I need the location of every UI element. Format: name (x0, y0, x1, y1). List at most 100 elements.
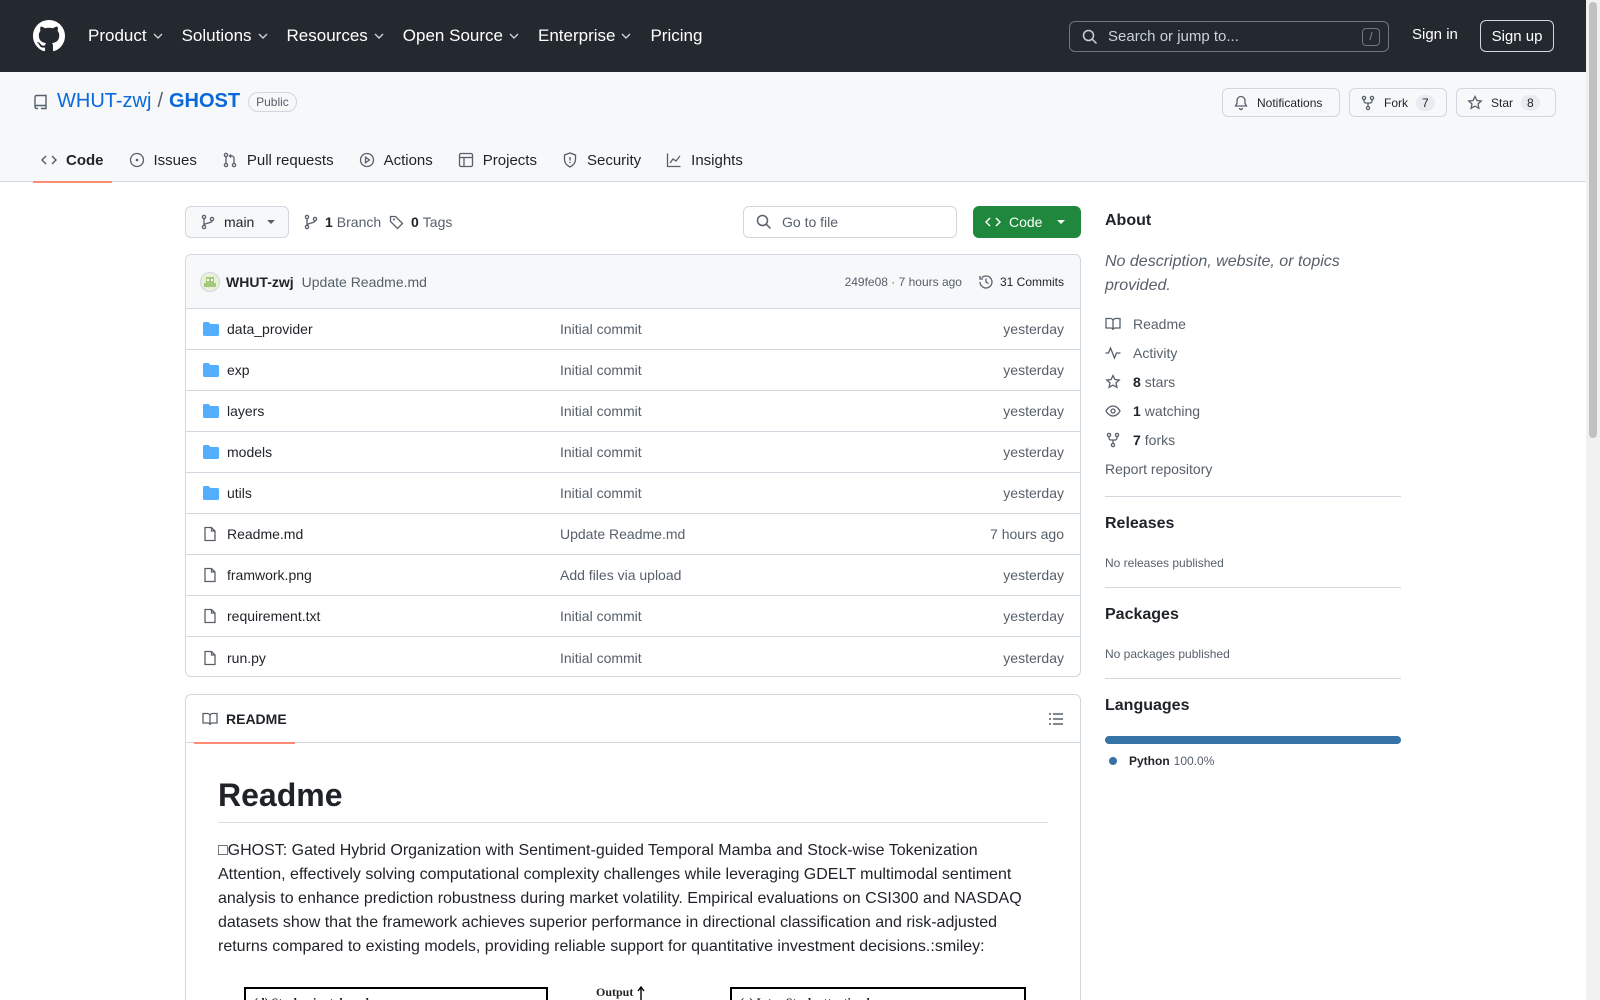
nav-solutions[interactable]: Solutions (182, 26, 268, 46)
github-logo-icon[interactable] (33, 20, 65, 52)
commit-author-link[interactable]: WHUT-zwj (226, 274, 294, 290)
file-commit-link[interactable]: Initial commit (560, 485, 642, 501)
nav-pricing[interactable]: Pricing (650, 26, 702, 46)
report-repository-link[interactable]: Report repository (1105, 461, 1212, 477)
caret-down-icon (267, 220, 276, 224)
stars-link[interactable]: 8 stars (1105, 374, 1175, 390)
nav-product[interactable]: Product (88, 26, 163, 46)
file-commit-link[interactable]: Update Readme.md (560, 526, 685, 542)
file-name-link[interactable]: layers (227, 403, 264, 419)
watching-count: 1 (1133, 403, 1141, 419)
notifications-button[interactable]: Notifications (1222, 88, 1340, 117)
nav-label: Resources (286, 26, 368, 45)
list-unordered-icon[interactable] (1048, 711, 1064, 727)
repo-owner-link[interactable]: WHUT-zwj (57, 90, 151, 113)
tab-security[interactable]: Security (554, 138, 649, 182)
table-row[interactable]: framwork.png Add files via upload yesterda… (186, 555, 1080, 596)
page-scrollbar[interactable] (1586, 0, 1600, 1000)
packages-heading[interactable]: Packages (1105, 606, 1179, 624)
fork-count: 7 (1416, 94, 1435, 111)
nav-enterprise[interactable]: Enterprise (538, 26, 631, 46)
repo-title: WHUT-zwj / GHOST Public (33, 90, 297, 113)
languages-heading: Languages (1105, 697, 1190, 714)
file-name-link[interactable]: utils (227, 485, 252, 501)
scrollbar-thumb[interactable] (1589, 2, 1597, 438)
table-row[interactable]: utils Initial commit yesterday (186, 473, 1080, 514)
file-name-link[interactable]: data_provider (227, 321, 313, 337)
star-button[interactable]: Star 8 (1456, 88, 1556, 117)
branches-link[interactable]: 1 Branch (303, 214, 381, 230)
language-item-python[interactable]: Python 100.0% (1109, 754, 1214, 768)
tags-link[interactable]: 0 Tags (389, 214, 452, 230)
repo-name-link[interactable]: GHOST (169, 90, 240, 113)
language-name: Python (1129, 754, 1170, 768)
file-commit-link[interactable]: Initial commit (560, 362, 642, 378)
readme-tab[interactable]: README (194, 695, 295, 744)
table-row[interactable]: data_provider Initial commit yesterday (186, 309, 1080, 350)
nav-resources[interactable]: Resources (287, 26, 384, 46)
sign-up-button[interactable]: Sign up (1480, 20, 1554, 52)
activity-link[interactable]: Activity (1105, 345, 1177, 361)
framework-output-text: Output (596, 985, 634, 999)
forks-link[interactable]: 7 forks (1105, 432, 1175, 448)
file-commit-link[interactable]: Initial commit (560, 403, 642, 419)
branch-name: main (224, 214, 255, 230)
history-icon (979, 274, 993, 289)
readme-link[interactable]: Readme (1105, 316, 1186, 332)
avatar[interactable] (200, 271, 220, 292)
fork-button[interactable]: Fork 7 (1349, 88, 1447, 117)
arrow-up-icon (637, 985, 645, 1000)
framework-figure-box-e: (e) Inter-Stock attention layer (730, 987, 1026, 1000)
table-row[interactable]: exp Initial commit yesterday (186, 350, 1080, 391)
go-to-file-input[interactable]: Go to file (743, 206, 957, 238)
tab-projects[interactable]: Projects (450, 138, 545, 182)
file-name-link[interactable]: run.py (227, 650, 266, 666)
book-icon (202, 712, 218, 726)
readme-panel: README Readme □GHOST: Gated Hybrid Organ… (185, 694, 1081, 1000)
table-icon (458, 152, 473, 168)
file-commit-link[interactable]: Initial commit (560, 608, 642, 624)
table-row[interactable]: models Initial commit yesterday (186, 432, 1080, 473)
releases-empty-text: No releases published (1105, 556, 1224, 570)
file-commit-link[interactable]: Initial commit (560, 444, 642, 460)
sign-in-link[interactable]: Sign in (1412, 26, 1458, 43)
readme-heading: Readme (218, 777, 1048, 823)
watchers-link[interactable]: 1 watching (1105, 403, 1200, 419)
branch-count: 1 (325, 214, 333, 230)
file-date: yesterday (1003, 567, 1064, 583)
commit-message-link[interactable]: Update Readme.md (302, 274, 427, 290)
branch-select-button[interactable]: main (185, 206, 289, 238)
stars-label: stars (1144, 374, 1176, 390)
file-name-link[interactable]: exp (227, 362, 250, 378)
nav-label: Enterprise (537, 26, 616, 45)
file-commit-link[interactable]: Initial commit (560, 650, 642, 666)
code-icon (985, 217, 1001, 227)
watching-label: watching (1144, 403, 1201, 419)
pulse-icon (1105, 346, 1121, 360)
star-label: Star (1491, 95, 1514, 110)
tab-actions[interactable]: Actions (351, 138, 441, 182)
table-row[interactable]: run.py Initial commit yesterday (186, 637, 1080, 676)
file-name-link[interactable]: Readme.md (227, 526, 303, 542)
file-commit-link[interactable]: Add files via upload (560, 567, 681, 583)
nav-open-source[interactable]: Open Source (403, 26, 519, 46)
table-row[interactable]: layers Initial commit yesterday (186, 391, 1080, 432)
commits-history-link[interactable]: 31 Commits (978, 274, 1064, 290)
table-row[interactable]: requirement.txt Initial commit yesterday (186, 596, 1080, 637)
tab-insights[interactable]: Insights (658, 138, 751, 182)
file-name-link[interactable]: framwork.png (227, 567, 312, 583)
commit-hash-time[interactable]: 249fe08 · 7 hours ago (845, 275, 962, 289)
identicon-icon (204, 276, 216, 287)
tab-code[interactable]: Code (33, 138, 112, 183)
global-search-input[interactable]: Search or jump to... / (1069, 21, 1389, 52)
file-commit-link[interactable]: Initial commit (560, 321, 642, 337)
tab-issues[interactable]: Issues (121, 138, 205, 182)
file-name-link[interactable]: requirement.txt (227, 608, 320, 624)
tab-issues-label: Issues (153, 151, 197, 169)
table-row[interactable]: Readme.md Update Readme.md 7 hours ago (186, 514, 1080, 555)
code-dropdown-button[interactable]: Code (973, 206, 1081, 238)
repo-path-separator: / (157, 90, 163, 112)
tab-pull-requests[interactable]: Pull requests (214, 138, 342, 182)
file-name-link[interactable]: models (227, 444, 272, 460)
releases-heading[interactable]: Releases (1105, 515, 1174, 533)
